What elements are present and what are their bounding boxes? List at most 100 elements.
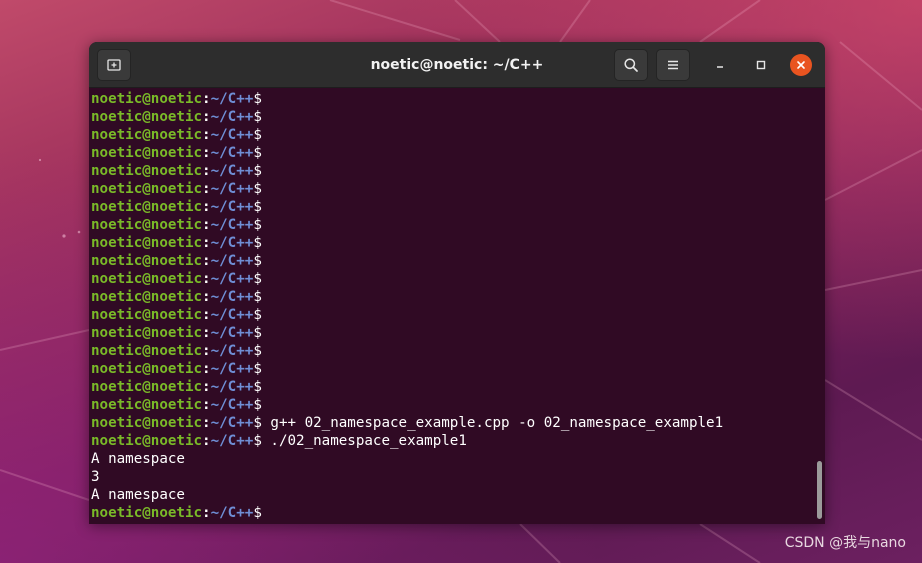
- terminal-prompt-line: noetic@noetic:~/C++$: [91, 234, 807, 252]
- prompt-path: ~/C++: [210, 325, 254, 341]
- prompt-dollar: $: [253, 199, 262, 215]
- prompt-colon: :: [202, 505, 211, 521]
- terminal-prompt-line: noetic@noetic:~/C++$: [91, 378, 807, 396]
- prompt-colon: :: [202, 145, 211, 161]
- prompt-colon: :: [202, 109, 211, 125]
- prompt-colon: :: [202, 343, 211, 359]
- menu-button[interactable]: [656, 49, 690, 81]
- maximize-icon: [756, 60, 766, 70]
- prompt-user-host: noetic@noetic: [91, 253, 203, 269]
- prompt-user-host: noetic@noetic: [91, 361, 203, 377]
- watermark-text: CSDN @我与nano: [784, 535, 906, 551]
- prompt-path: ~/C++: [210, 181, 254, 197]
- prompt-path: ~/C++: [210, 127, 254, 143]
- prompt-user-host: noetic@noetic: [91, 343, 203, 359]
- prompt-colon: :: [202, 91, 211, 107]
- terminal-prompt-line: noetic@noetic:~/C++$: [91, 198, 807, 216]
- terminal-prompt-line: noetic@noetic:~/C++$: [91, 306, 807, 324]
- prompt-colon: :: [202, 397, 211, 413]
- terminal-window[interactable]: noetic@noetic: ~/C++ noetic@noetic:~/C++…: [89, 42, 825, 524]
- prompt-path: ~/C++: [210, 505, 254, 521]
- search-button[interactable]: [614, 49, 648, 81]
- prompt-path: ~/C++: [210, 235, 254, 251]
- prompt-path: ~/C++: [210, 199, 254, 215]
- terminal-output-line: A namespace: [91, 487, 185, 503]
- new-tab-button[interactable]: [97, 49, 131, 81]
- prompt-dollar: $: [253, 163, 262, 179]
- prompt-dollar: $: [253, 109, 262, 125]
- prompt-colon: :: [202, 379, 211, 395]
- prompt-colon: :: [202, 217, 211, 233]
- terminal-output-line: A namespace: [91, 451, 185, 467]
- prompt-colon: :: [202, 361, 211, 377]
- prompt-dollar: $: [253, 217, 262, 233]
- prompt-dollar: $: [253, 307, 262, 323]
- terminal-prompt-line: noetic@noetic:~/C++$: [91, 144, 807, 162]
- prompt-user-host: noetic@noetic: [91, 307, 203, 323]
- prompt-path: ~/C++: [210, 397, 254, 413]
- prompt-path: ~/C++: [210, 145, 254, 161]
- prompt-path: ~/C++: [210, 379, 254, 395]
- prompt-colon: :: [202, 181, 211, 197]
- terminal-output[interactable]: noetic@noetic:~/C++$ noetic@noetic:~/C++$…: [91, 90, 807, 522]
- prompt-path: ~/C++: [210, 289, 254, 305]
- maximize-button[interactable]: [750, 54, 772, 76]
- prompt-dollar: $: [253, 181, 262, 197]
- prompt-dollar: $: [253, 343, 262, 359]
- terminal-prompt-line: noetic@noetic:~/C++$: [91, 108, 807, 126]
- prompt-path: ~/C++: [210, 109, 254, 125]
- prompt-path: ~/C++: [210, 91, 254, 107]
- terminal-prompt-line: noetic@noetic:~/C++$: [91, 180, 807, 198]
- minimize-button[interactable]: [709, 54, 731, 76]
- minimize-icon: [717, 66, 723, 68]
- prompt-colon: :: [202, 127, 211, 143]
- command-text: g++ 02_namespace_example.cpp -o 02_names…: [261, 415, 724, 431]
- prompt-colon: :: [202, 289, 211, 305]
- prompt-user-host: noetic@noetic: [91, 271, 203, 287]
- prompt-path: ~/C++: [210, 343, 254, 359]
- prompt-path: ~/C++: [210, 217, 254, 233]
- prompt-dollar: $: [253, 271, 262, 287]
- scrollbar-thumb[interactable]: [817, 461, 822, 519]
- prompt-colon: :: [202, 433, 211, 449]
- prompt-user-host: noetic@noetic: [91, 505, 203, 521]
- prompt-path: ~/C++: [210, 271, 254, 287]
- prompt-path: ~/C++: [210, 253, 254, 269]
- prompt-path: ~/C++: [210, 415, 254, 431]
- prompt-dollar: $: [253, 415, 262, 431]
- prompt-dollar: $: [253, 505, 262, 521]
- prompt-colon: :: [202, 163, 211, 179]
- prompt-user-host: noetic@noetic: [91, 397, 203, 413]
- prompt-dollar: $: [253, 127, 262, 143]
- terminal-prompt-line: noetic@noetic:~/C++$: [91, 270, 807, 288]
- terminal-prompt-line: noetic@noetic:~/C++$: [91, 216, 807, 234]
- headerbar: noetic@noetic: ~/C++: [89, 42, 825, 88]
- prompt-dollar: $: [253, 289, 262, 305]
- prompt-user-host: noetic@noetic: [91, 235, 203, 251]
- terminal-prompt-line: noetic@noetic:~/C++$ g++ 02_namespace_ex…: [91, 414, 807, 432]
- close-icon: [797, 61, 805, 69]
- prompt-path: ~/C++: [210, 307, 254, 323]
- prompt-user-host: noetic@noetic: [91, 325, 203, 341]
- prompt-path: ~/C++: [210, 361, 254, 377]
- close-button[interactable]: [790, 54, 812, 76]
- terminal-prompt-line: noetic@noetic:~/C++$: [91, 360, 807, 378]
- terminal-prompt-line: noetic@noetic:~/C++$: [91, 504, 807, 522]
- prompt-user-host: noetic@noetic: [91, 91, 203, 107]
- terminal-prompt-line: noetic@noetic:~/C++$: [91, 90, 807, 108]
- command-text: ./02_namespace_example1: [261, 433, 467, 449]
- search-icon: [624, 58, 638, 72]
- prompt-colon: :: [202, 253, 211, 269]
- prompt-path: ~/C++: [210, 433, 254, 449]
- prompt-user-host: noetic@noetic: [91, 415, 203, 431]
- terminal-prompt-line: noetic@noetic:~/C++$: [91, 396, 807, 414]
- prompt-user-host: noetic@noetic: [91, 199, 203, 215]
- terminal-prompt-line: noetic@noetic:~/C++$: [91, 252, 807, 270]
- terminal-prompt-line: noetic@noetic:~/C++$: [91, 126, 807, 144]
- hamburger-menu-icon: [668, 60, 678, 70]
- prompt-dollar: $: [253, 433, 262, 449]
- prompt-dollar: $: [253, 361, 262, 377]
- terminal-prompt-line: noetic@noetic:~/C++$: [91, 162, 807, 180]
- terminal-output-line: 3: [91, 469, 100, 485]
- prompt-user-host: noetic@noetic: [91, 433, 203, 449]
